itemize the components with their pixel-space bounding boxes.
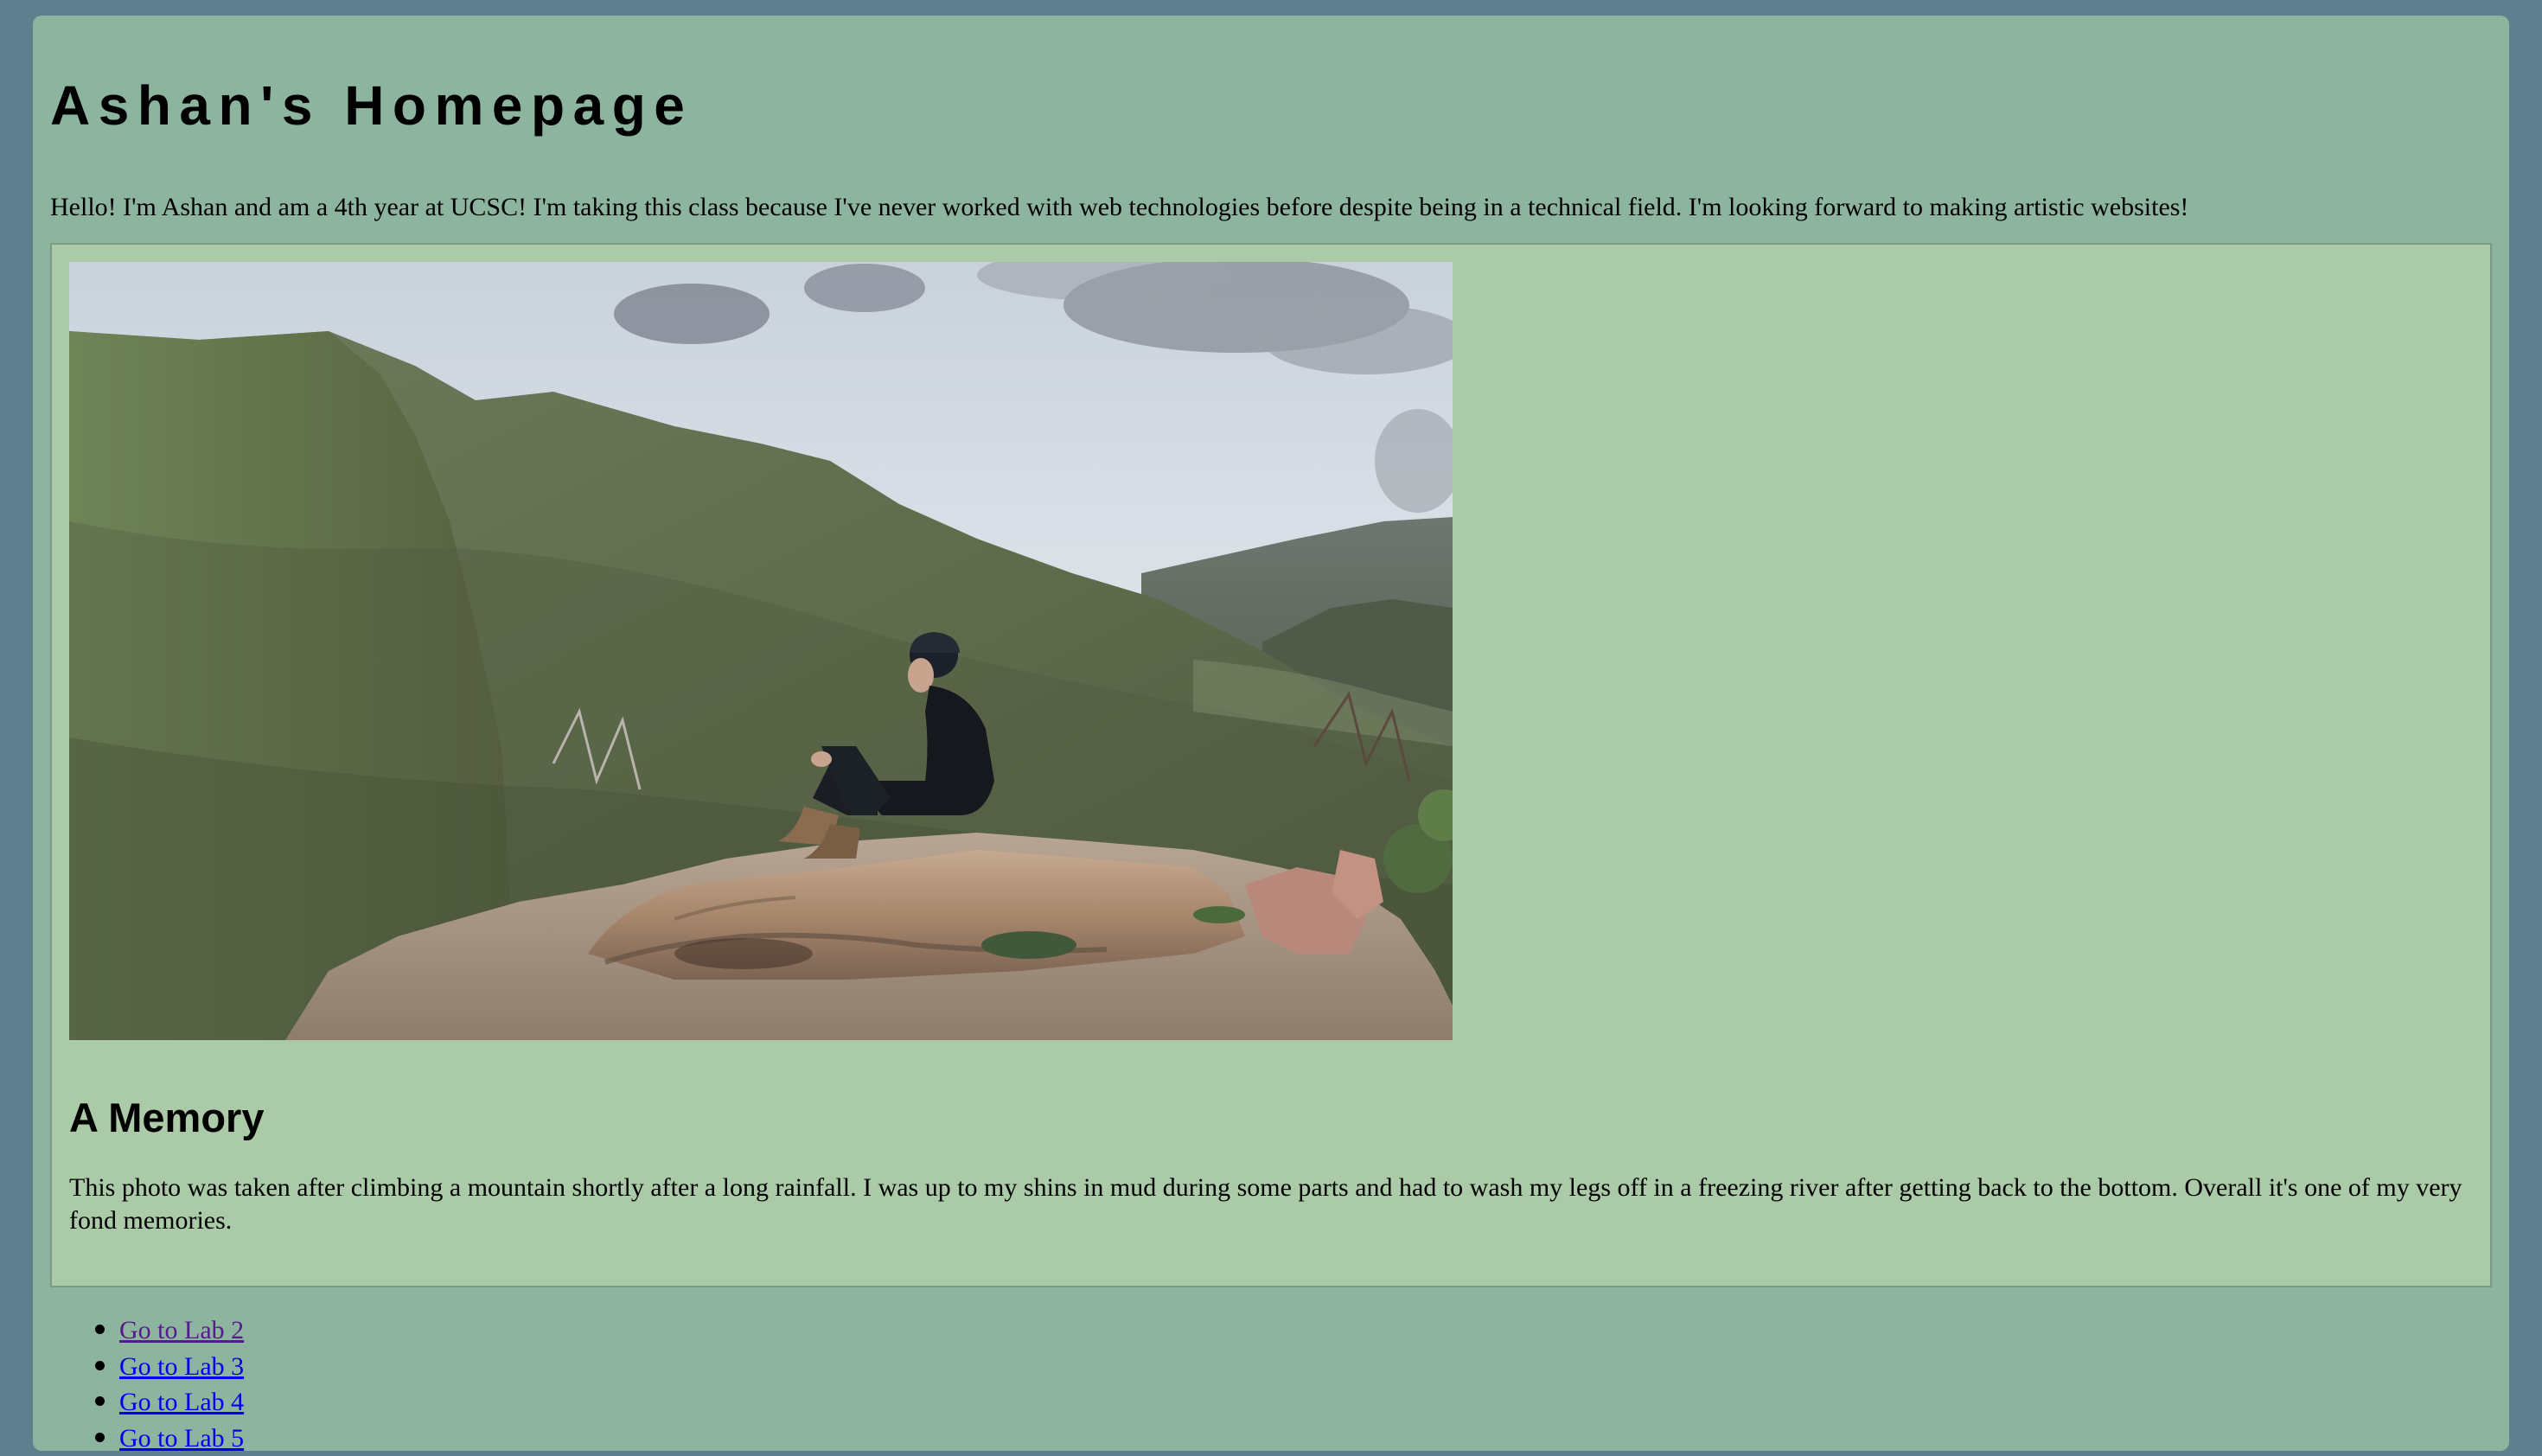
list-item: Go to Lab 4 — [50, 1384, 244, 1421]
lab-5-link[interactable]: Go to Lab 5 — [119, 1424, 244, 1453]
list-item: Go to Lab 3 — [50, 1349, 244, 1385]
memory-heading: A Memory — [69, 1097, 264, 1138]
lab-2-link[interactable]: Go to Lab 2 — [119, 1316, 244, 1344]
bullet-icon — [95, 1361, 105, 1370]
page-container: Ashan's Homepage Hello! I'm Ashan and am… — [33, 16, 2509, 1451]
memory-description: This photo was taken after climbing a mo… — [69, 1172, 2481, 1237]
memory-photo — [69, 262, 1453, 1040]
page-title: Ashan's Homepage — [50, 78, 693, 133]
memory-card: A Memory This photo was taken after clim… — [50, 243, 2492, 1287]
bullet-icon — [95, 1396, 105, 1406]
mountain-photo-graphic — [69, 262, 1453, 1040]
lab-links-list: Go to Lab 2 Go to Lab 3 Go to Lab 4 Go t… — [50, 1312, 244, 1456]
lab-3-link[interactable]: Go to Lab 3 — [119, 1352, 244, 1381]
intro-text: Hello! I'm Ashan and am a 4th year at UC… — [50, 191, 2188, 224]
bullet-icon — [95, 1433, 105, 1442]
bullet-icon — [95, 1325, 105, 1334]
list-item: Go to Lab 2 — [50, 1312, 244, 1349]
lab-4-link[interactable]: Go to Lab 4 — [119, 1388, 244, 1416]
list-item: Go to Lab 5 — [50, 1421, 244, 1456]
